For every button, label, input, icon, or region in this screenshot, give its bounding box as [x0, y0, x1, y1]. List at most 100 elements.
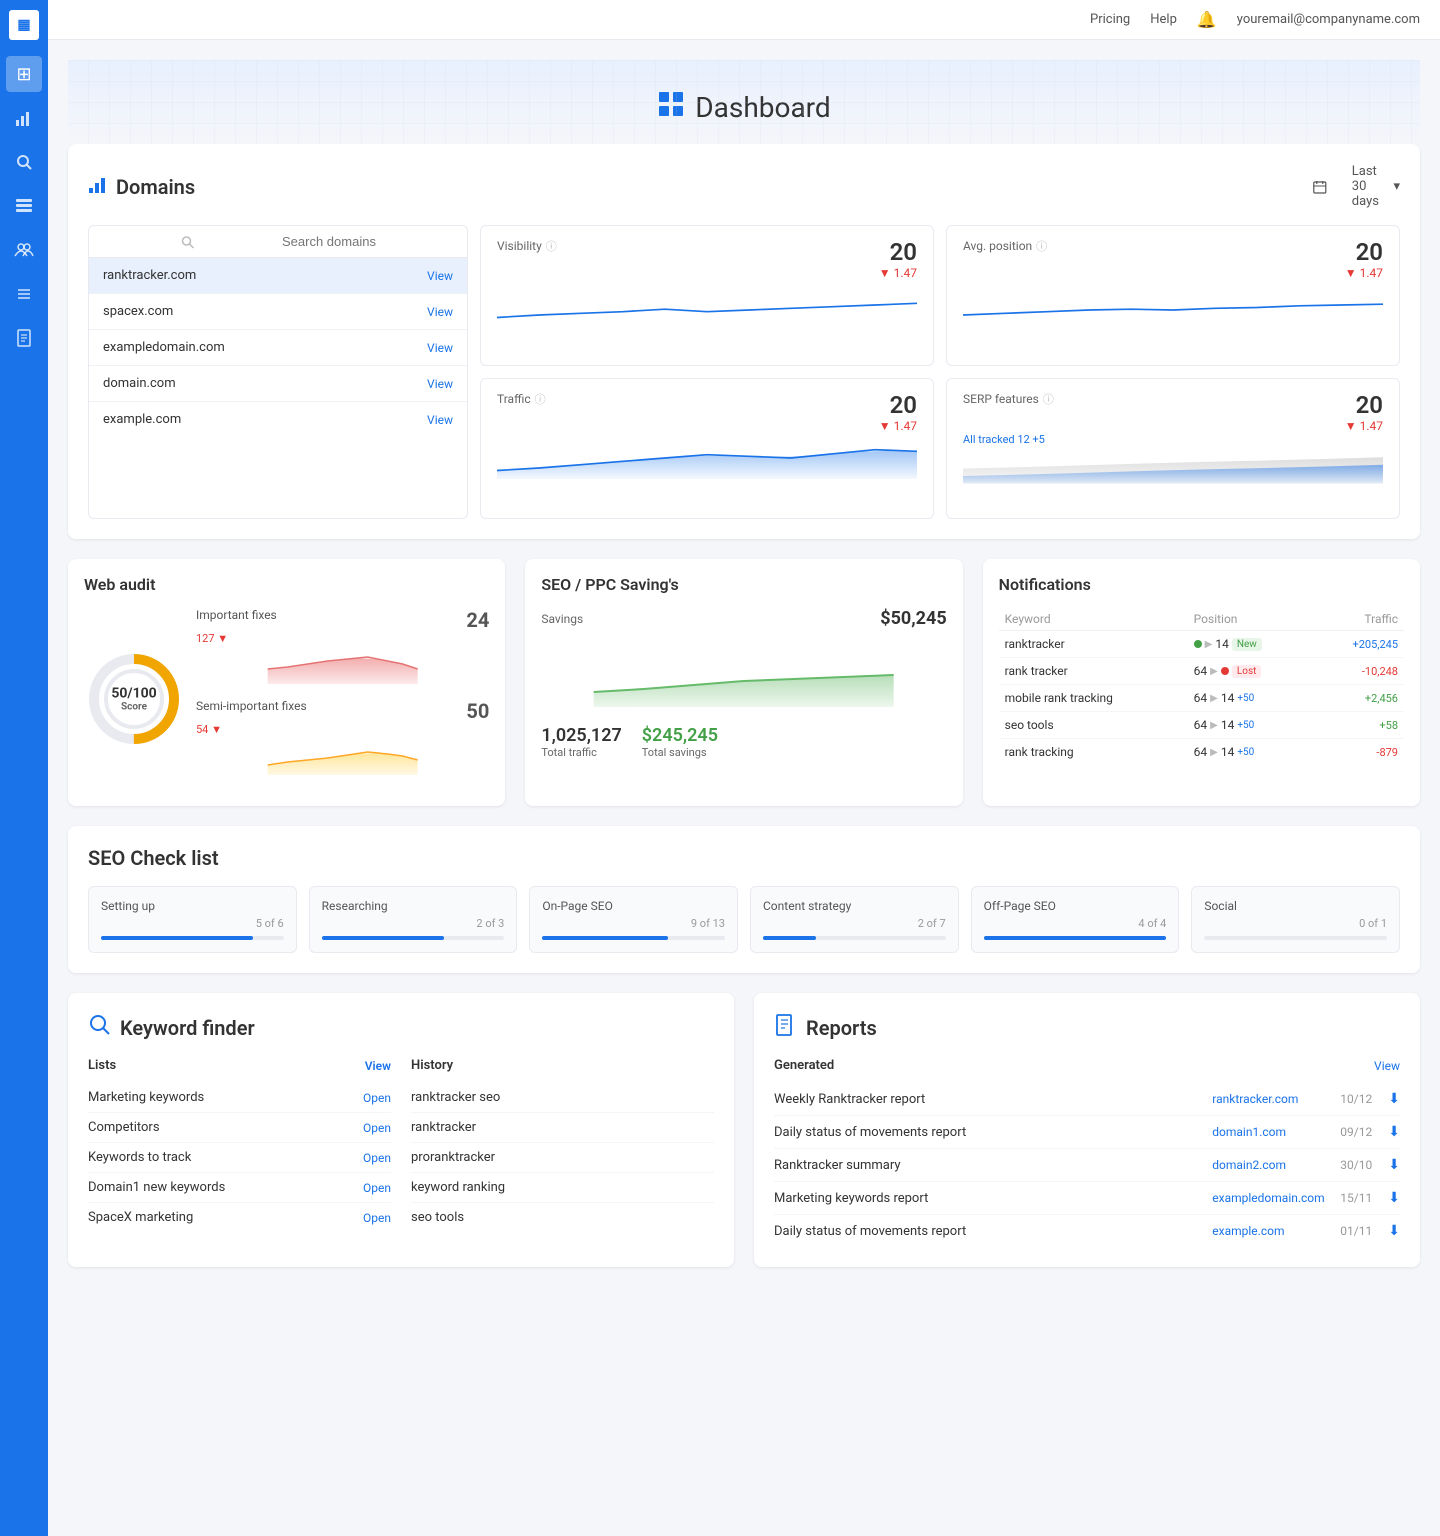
kf-history-item: proranktracker — [411, 1143, 714, 1173]
checklist-bar-bg — [984, 936, 1167, 940]
domain-item-ranktracker[interactable]: ranktracker.com View — [89, 258, 467, 294]
logo-icon: ▦ — [17, 17, 30, 33]
chevron-down-icon: ▾ — [1393, 179, 1400, 194]
hero-area: Dashboard — [68, 60, 1420, 144]
savings-chart — [541, 637, 946, 717]
checklist-item-label: Off-Page SEO — [984, 899, 1167, 913]
kf-list-item: Domain1 new keywords Open — [88, 1173, 391, 1203]
checklist-item-progress: 2 of 7 — [763, 917, 946, 930]
sidebar-item-search[interactable] — [6, 144, 42, 180]
reports-icon — [774, 1013, 798, 1042]
search-input[interactable] — [282, 234, 455, 249]
sidebar-item-list[interactable] — [6, 276, 42, 312]
reports-view-link[interactable]: View — [1374, 1059, 1400, 1073]
visibility-chart — [497, 280, 917, 340]
checklist-bar-bg — [101, 936, 284, 940]
checklist-bar-bg — [542, 936, 725, 940]
sidebar-item-table[interactable] — [6, 188, 42, 224]
col-position: Position — [1188, 608, 1314, 631]
col-traffic: Traffic — [1314, 608, 1404, 631]
domain-item-exampledomain[interactable]: exampledomain.com View — [89, 330, 467, 366]
sidebar-logo[interactable]: ▦ — [9, 10, 39, 40]
domains-header: Domains Last 30 days ▾ — [88, 164, 1400, 209]
domains-icon — [88, 174, 108, 199]
checklist-item-label: On-Page SEO — [542, 899, 725, 913]
important-fixes-chart — [196, 649, 489, 689]
report-item: Marketing keywords report exampledomain.… — [774, 1182, 1400, 1215]
info-icon-avgpos: ⓘ — [1036, 238, 1047, 254]
savings-stats: 1,025,127 Total traffic $245,245 Total s… — [541, 725, 946, 759]
checklist-item[interactable]: Setting up 5 of 6 — [88, 886, 297, 953]
kf-list-item: Marketing keywords Open — [88, 1083, 391, 1113]
pricing-link[interactable]: Pricing — [1090, 12, 1130, 27]
notifications-table: Keyword Position Traffic ranktracker ▶ 1… — [999, 608, 1404, 765]
checklist-bar-fill — [984, 936, 1167, 940]
sidebar-item-documents[interactable] — [6, 320, 42, 356]
savings-header-row: Savings $50,245 — [541, 608, 946, 629]
web-audit-panel: Web audit 50/100 Score — [68, 559, 505, 806]
domain-item-spacex[interactable]: spacex.com View — [89, 294, 467, 330]
help-link[interactable]: Help — [1150, 12, 1177, 27]
notif-row-ranktracking: rank tracking 64 ▶ 14 +50 -879 — [999, 739, 1404, 766]
domain-item-domain[interactable]: domain.com View — [89, 366, 467, 402]
checklist-item[interactable]: Social 0 of 1 — [1191, 886, 1400, 953]
reports-generated-header: Generated View — [774, 1058, 1400, 1073]
sidebar-item-dashboard[interactable]: ⊞ — [6, 56, 42, 92]
keyword-finder-title: Keyword finder — [88, 1013, 714, 1042]
kf-history-item: seo tools — [411, 1203, 714, 1232]
checklist-item[interactable]: Off-Page SEO 4 of 4 — [971, 886, 1180, 953]
audit-inner: 50/100 Score Important fixes 24 127 ▼ — [84, 608, 489, 790]
checklist-bar-bg — [763, 936, 946, 940]
domains-title: Domains — [88, 174, 195, 199]
kf-lists-view-link[interactable]: View — [365, 1059, 391, 1073]
checklist-item[interactable]: On-Page SEO 9 of 13 — [529, 886, 738, 953]
download-icon[interactable]: ⬇ — [1388, 1190, 1400, 1206]
notif-row-seotools: seo tools 64 ▶ 14 +50 +58 — [999, 712, 1404, 739]
download-icon[interactable]: ⬇ — [1388, 1124, 1400, 1140]
notifications-title: Notifications — [999, 575, 1404, 594]
download-icon[interactable]: ⬇ — [1388, 1091, 1400, 1107]
serp-chart — [963, 446, 1383, 506]
audit-donut: 50/100 Score — [84, 649, 184, 749]
kf-grid: Lists View Marketing keywords Open Compe… — [88, 1058, 714, 1232]
notifications-panel: Notifications Keyword Position Traffic r… — [983, 559, 1420, 806]
date-filter[interactable]: Last 30 days ▾ — [1294, 164, 1400, 209]
download-icon[interactable]: ⬇ — [1388, 1157, 1400, 1173]
sidebar-item-analytics[interactable] — [6, 100, 42, 136]
checklist-item-progress: 5 of 6 — [101, 917, 284, 930]
domains-section: Domains Last 30 days ▾ ranktracker.com V… — [68, 144, 1420, 539]
checklist-item-progress: 9 of 13 — [542, 917, 725, 930]
checklist-item-label: Content strategy — [763, 899, 946, 913]
audit-score-value: 50/100 Score — [111, 686, 156, 713]
audit-score-donut: 50/100 Score — [84, 608, 184, 790]
checklist-header: SEO Check list — [88, 846, 1400, 870]
notif-row-mobile: mobile rank tracking 64 ▶ 14 +50 +2,456 — [999, 685, 1404, 712]
keyword-finder-panel: Keyword finder Lists View Marketing keyw… — [68, 993, 734, 1267]
report-item: Daily status of movements report example… — [774, 1215, 1400, 1247]
report-item: Ranktracker summary domain2.com 30/10 ⬇ — [774, 1149, 1400, 1182]
checklist-item-label: Researching — [322, 899, 505, 913]
seo-savings-title: SEO / PPC Saving's — [541, 575, 946, 594]
domain-item-example[interactable]: example.com View — [89, 402, 467, 437]
checklist-item[interactable]: Content strategy 2 of 7 — [750, 886, 959, 953]
kf-history: History ranktracker seoranktrackerproran… — [411, 1058, 714, 1232]
kf-lists-header: Lists View — [88, 1058, 391, 1073]
total-traffic-stat: 1,025,127 Total traffic — [541, 725, 621, 759]
sidebar-item-users[interactable] — [6, 232, 42, 268]
domain-search-box — [89, 226, 467, 258]
user-menu[interactable]: youremail@companyname.com — [1237, 12, 1420, 27]
checklist-item[interactable]: Researching 2 of 3 — [309, 886, 518, 953]
notif-row-ranktracker2: rank tracker 64 ▶ Lost -10,248 — [999, 658, 1404, 685]
notification-bell-icon[interactable]: 🔔 — [1197, 10, 1217, 29]
important-fixes: Important fixes 24 127 ▼ — [196, 608, 489, 689]
checklist-bar-bg — [322, 936, 505, 940]
seo-savings-panel: SEO / PPC Saving's Savings $50,245 — [525, 559, 962, 806]
checklist-title: SEO Check list — [88, 846, 219, 870]
search-icon — [101, 235, 274, 249]
download-icon[interactable]: ⬇ — [1388, 1223, 1400, 1239]
checklist-item-progress: 0 of 1 — [1204, 917, 1387, 930]
kf-list-item: Competitors Open — [88, 1113, 391, 1143]
visibility-card: Visibility ⓘ 20 ▼ 1.47 — [480, 225, 934, 366]
info-icon-traffic: ⓘ — [535, 391, 546, 407]
middle-row: Web audit 50/100 Score — [68, 559, 1420, 806]
